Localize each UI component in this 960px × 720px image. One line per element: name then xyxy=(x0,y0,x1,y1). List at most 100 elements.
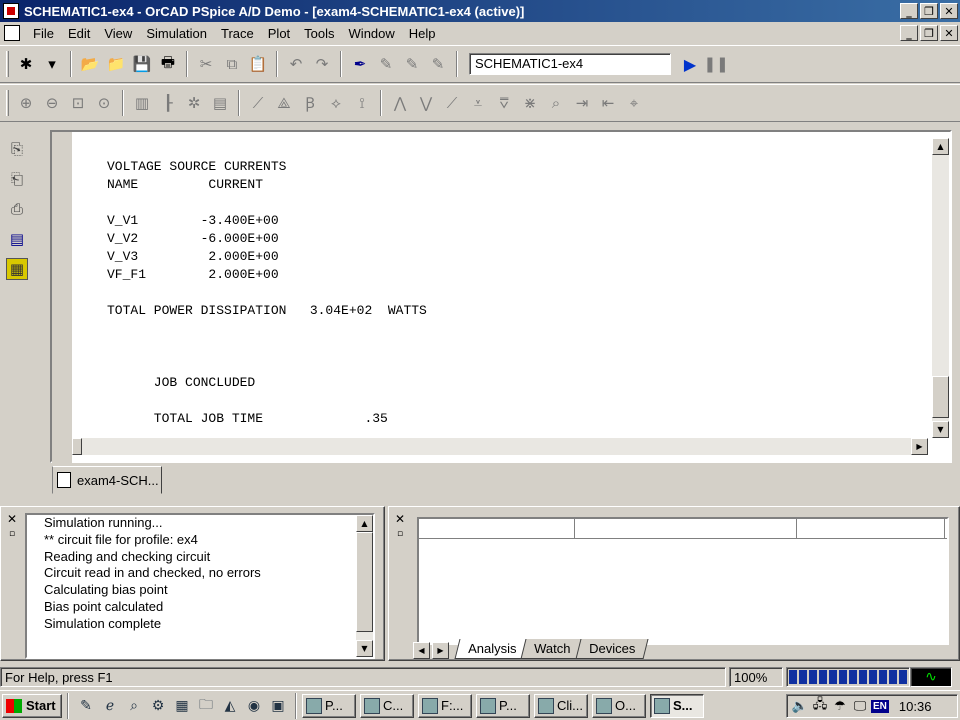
simulation-profile-combo[interactable]: SCHEMATIC1-ex4 xyxy=(469,53,671,75)
menu-plot[interactable]: Plot xyxy=(261,24,297,43)
task-button-4[interactable]: P... xyxy=(476,693,530,718)
add-text-label-icon[interactable]: Ꞵ xyxy=(299,92,321,114)
new-file-icon[interactable]: ✱ xyxy=(15,53,37,75)
menu-view[interactable]: View xyxy=(97,24,139,43)
view-schematic-icon[interactable]: ▦ xyxy=(6,258,28,280)
paste-icon[interactable]: 📋 xyxy=(247,53,269,75)
watch-column-1[interactable] xyxy=(419,519,575,539)
quicklaunch-app-icon[interactable]: ▣ xyxy=(268,696,288,716)
log-scroll-up-button[interactable]: ▲ xyxy=(356,515,373,532)
cursor-peak-icon[interactable]: ⋀ xyxy=(389,92,411,114)
save-icon[interactable]: 💾 xyxy=(131,53,153,75)
quicklaunch-calc-icon[interactable]: ▦ xyxy=(172,696,192,716)
doc-minimize-button[interactable]: _ xyxy=(900,25,918,41)
menu-window[interactable]: Window xyxy=(342,24,402,43)
eval-goal-icon[interactable]: ⟁ xyxy=(273,92,295,114)
marker-current-icon[interactable]: ✎ xyxy=(375,53,397,75)
tab-devices[interactable]: Devices xyxy=(575,639,649,659)
zoom-area-icon[interactable]: ⊡ xyxy=(67,92,89,114)
log-scroll-thumb[interactable] xyxy=(356,532,373,632)
log-vertical-scrollbar[interactable]: ▲ ▼ xyxy=(356,515,373,657)
quicklaunch-browser-icon[interactable]: ℯ xyxy=(100,696,120,716)
document-tab-exam4[interactable]: exam4-SCH... xyxy=(52,466,162,494)
mark-label-icon[interactable]: ⟟ xyxy=(351,92,373,114)
task-button-1[interactable]: P... xyxy=(302,693,356,718)
quicklaunch-tool-icon[interactable]: ⚙ xyxy=(148,696,168,716)
view-queue-icon[interactable]: ⎙ xyxy=(6,198,28,220)
menu-simulation[interactable]: Simulation xyxy=(139,24,214,43)
cut-icon[interactable]: ✂ xyxy=(195,53,217,75)
menu-edit[interactable]: Edit xyxy=(61,24,97,43)
menu-help[interactable]: Help xyxy=(402,24,443,43)
pause-simulation-icon[interactable]: ❚❚ xyxy=(703,53,728,75)
menu-tools[interactable]: Tools xyxy=(297,24,341,43)
quicklaunch-search-icon[interactable]: ⌕ xyxy=(124,696,144,716)
horizontal-scroll-thumb[interactable] xyxy=(72,438,82,455)
scroll-down-button[interactable]: ▼ xyxy=(932,421,949,438)
document-icon[interactable] xyxy=(4,25,20,41)
minimize-button[interactable]: _ xyxy=(900,3,918,19)
fourier-icon[interactable]: ┠ xyxy=(157,92,179,114)
scroll-right-button[interactable]: ▶ xyxy=(911,438,928,455)
view-simulation-status-icon[interactable]: ▤ xyxy=(6,228,28,250)
restore-button[interactable]: ❐ xyxy=(920,3,938,19)
next-transition-icon[interactable]: ⇥ xyxy=(571,92,593,114)
zoom-fit-icon[interactable]: ⊙ xyxy=(93,92,115,114)
zoom-out-icon[interactable]: ⊖ xyxy=(41,92,63,114)
toolbar-grip[interactable] xyxy=(6,90,9,116)
open-simulation-icon[interactable]: 📁 xyxy=(105,53,127,75)
log-y-axis-icon[interactable]: ▤ xyxy=(209,92,231,114)
marker-power-icon[interactable]: ✎ xyxy=(427,53,449,75)
sim-pane-close-icon[interactable]: ✕ xyxy=(5,512,19,526)
watch-column-3[interactable] xyxy=(797,519,945,539)
log-scroll-down-button[interactable]: ▼ xyxy=(356,640,373,657)
title-bar[interactable]: SCHEMATIC1-ex4 - OrCAD PSpice A/D Demo -… xyxy=(0,0,960,22)
start-button[interactable]: Start xyxy=(2,693,62,718)
task-button-pspice-active[interactable]: S... xyxy=(650,693,704,718)
menu-file[interactable]: File xyxy=(26,24,61,43)
task-button-2[interactable]: C... xyxy=(360,693,414,718)
vertical-scrollbar[interactable]: ▲ ▼ xyxy=(932,138,949,438)
vertical-scroll-thumb[interactable] xyxy=(932,376,949,418)
cursor-min-icon[interactable]: ⩡ xyxy=(467,92,489,114)
watch-pane-close-icon[interactable]: ✕ xyxy=(393,512,407,526)
task-button-6[interactable]: O... xyxy=(592,693,646,718)
tab-analysis[interactable]: Analysis xyxy=(454,639,530,659)
copy-icon[interactable]: ⧉ xyxy=(221,53,243,75)
task-button-5[interactable]: Cli... xyxy=(534,693,588,718)
simulation-log-list[interactable]: Simulation running... ** circuit file fo… xyxy=(25,513,375,659)
scroll-up-button[interactable]: ▲ xyxy=(932,138,949,155)
marker-voltage-icon[interactable]: ✒ xyxy=(349,53,371,75)
view-simulation-results-icon[interactable]: ⎘ xyxy=(6,138,28,160)
watch-pane-restore-icon[interactable]: ▫ xyxy=(393,527,407,540)
toolbar-grip[interactable] xyxy=(6,51,9,77)
mark-label-cursor-icon[interactable]: ⌖ xyxy=(623,92,645,114)
cursor-point-icon[interactable]: ⋇ xyxy=(519,92,541,114)
cursor-trough-icon[interactable]: ⋁ xyxy=(415,92,437,114)
menu-trace[interactable]: Trace xyxy=(214,24,261,43)
output-file-text[interactable]: VOLTAGE SOURCE CURRENTS NAME CURRENT V_V… xyxy=(72,138,912,438)
quicklaunch-media-icon[interactable]: ◉ xyxy=(244,696,264,716)
tab-watch[interactable]: Watch xyxy=(520,639,585,659)
quicklaunch-folder-icon[interactable]: 🗀 xyxy=(196,696,216,716)
quicklaunch-chart-icon[interactable]: ◭ xyxy=(220,696,240,716)
open-folder-icon[interactable]: 📂 xyxy=(79,53,101,75)
cursor-slope-icon[interactable]: ⟋ xyxy=(441,92,463,114)
dropdown-arrow-icon[interactable]: ▾ xyxy=(41,53,63,75)
undo-icon[interactable]: ↶ xyxy=(285,53,307,75)
tab-scroll-left-button[interactable]: ◀ xyxy=(413,642,430,659)
task-button-3[interactable]: F:... xyxy=(418,693,472,718)
close-button[interactable]: ✕ xyxy=(940,3,958,19)
log-x-axis-icon[interactable]: ▥ xyxy=(131,92,153,114)
doc-restore-button[interactable]: ❐ xyxy=(920,25,938,41)
language-indicator[interactable]: EN xyxy=(871,699,889,713)
view-output-file-icon[interactable]: ⎗ xyxy=(6,168,28,190)
horizontal-scrollbar[interactable]: ▶ xyxy=(72,438,928,455)
run-simulation-icon[interactable]: ▶ xyxy=(679,53,701,75)
print-icon[interactable]: 🖶 xyxy=(157,53,179,75)
tab-scroll-right-button[interactable]: ▶ xyxy=(432,642,449,659)
toggle-cursor-icon[interactable]: ⟡ xyxy=(325,92,347,114)
watch-column-2[interactable] xyxy=(575,519,797,539)
sim-pane-restore-icon[interactable]: ▫ xyxy=(5,527,19,540)
add-trace-icon[interactable]: ⟋ xyxy=(247,92,269,114)
